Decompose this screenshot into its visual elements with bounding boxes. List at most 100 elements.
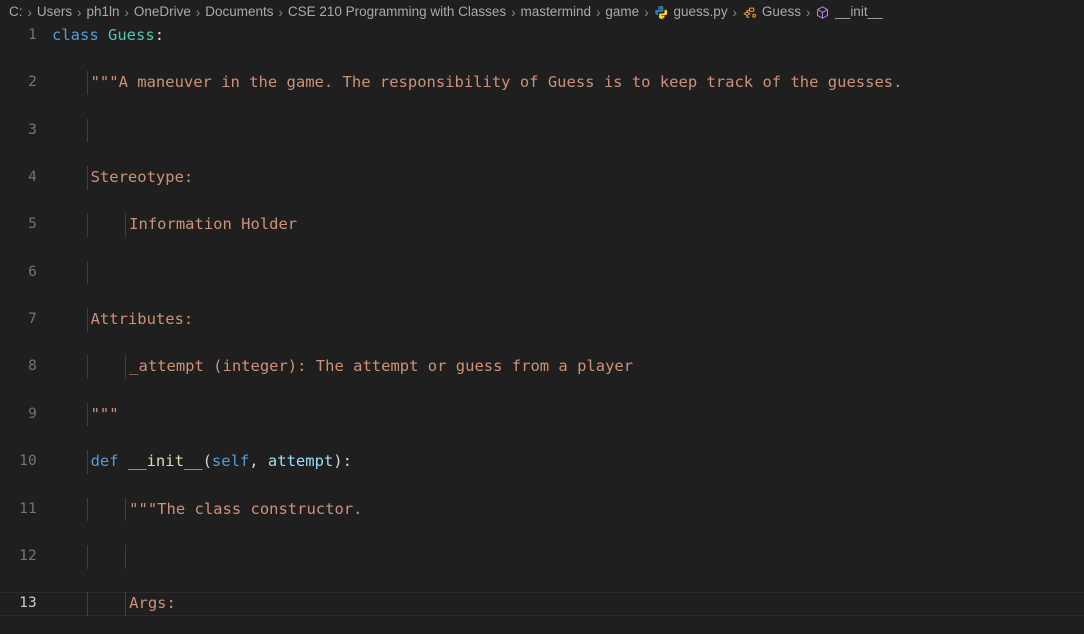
indent-guide xyxy=(125,213,127,238)
code-lines: 1 class Guess: 2 """A maneuver in the game.… xyxy=(0,24,1084,616)
code-line-text: _attempt (integer): The attempt or guess… xyxy=(129,355,633,379)
breadcrumb-item-game[interactable]: game xyxy=(602,0,642,24)
breadcrumb-item-label: OneDrive xyxy=(133,4,191,19)
indent-guide xyxy=(86,71,88,96)
breadcrumb-item-ph1ln[interactable]: ph1ln xyxy=(83,0,122,24)
indent-guide xyxy=(86,592,88,616)
code-line-text: def __init__(self, attempt): xyxy=(91,450,352,474)
line-number: 6 xyxy=(28,263,37,280)
indent-guide xyxy=(86,450,88,474)
breadcrumb-item-label: Users xyxy=(36,4,73,19)
breadcrumb-item-guess[interactable]: Guess xyxy=(739,0,804,24)
code-token: attempt xyxy=(267,452,334,471)
code-line-text: Attributes: xyxy=(91,308,194,332)
indent-guide xyxy=(86,497,88,522)
code-token: ( xyxy=(202,452,212,471)
breadcrumb-separator-icon: › xyxy=(732,4,737,20)
breadcrumb-item-mastermind[interactable]: mastermind xyxy=(518,0,595,24)
code-line[interactable]: 12 xyxy=(0,544,1084,569)
python-file-icon xyxy=(654,5,669,20)
breadcrumb-item-label: game xyxy=(605,4,640,19)
breadcrumb-separator-icon: › xyxy=(27,4,32,20)
breadcrumb-item-c[interactable]: C: xyxy=(6,0,26,24)
breadcrumb-item-users[interactable]: Users xyxy=(34,0,75,24)
indent-guide xyxy=(125,497,127,522)
breadcrumb-item-guess-py[interactable]: guess.py xyxy=(651,0,731,24)
code-line[interactable]: 4 Stereotype: xyxy=(0,166,1084,190)
breadcrumb-item-cse-210-programming-with-classes[interactable]: CSE 210 Programming with Classes xyxy=(285,0,509,24)
code-token: Information Holder xyxy=(129,215,298,234)
breadcrumb-item-init[interactable]: __init__ xyxy=(812,0,885,24)
indent-guide xyxy=(86,166,88,190)
code-line[interactable]: 7 Attributes: xyxy=(0,308,1084,332)
breadcrumb-separator-icon: › xyxy=(195,4,201,20)
code-line[interactable]: 5 Information Holder xyxy=(0,213,1084,238)
line-number: 10 xyxy=(19,453,37,470)
breadcrumb-item-label: guess.py xyxy=(673,4,728,19)
code-line[interactable]: 10 def __init__(self, attempt): xyxy=(0,450,1084,474)
code-line-text: """The class constructor. xyxy=(129,498,362,522)
symbol-method-icon xyxy=(815,5,830,20)
code-token: _attempt (integer): The attempt or guess… xyxy=(129,357,634,376)
breadcrumb-separator-icon: › xyxy=(124,4,129,20)
code-line[interactable]: 1 class Guess: xyxy=(0,24,1084,48)
breadcrumb-item-label: __init__ xyxy=(835,4,883,19)
code-line-text: Args: xyxy=(129,592,176,616)
indent-guide xyxy=(125,544,127,569)
code-editor[interactable]: 1 class Guess: 2 """A maneuver in the game.… xyxy=(0,24,1084,634)
line-number: 1 xyxy=(28,27,37,43)
line-number: 9 xyxy=(28,405,37,422)
code-line-text: class Guess: xyxy=(52,24,164,48)
code-line[interactable]: 8 _attempt (integer): The attempt or gues… xyxy=(0,355,1084,380)
code-line[interactable]: 3 xyxy=(0,118,1084,143)
indent-guide xyxy=(86,544,88,569)
code-line-active[interactable]: 13 Args: xyxy=(0,592,1084,616)
code-token: """The class constructor. xyxy=(129,499,363,518)
code-token: __init__ xyxy=(127,452,203,471)
indent-guide xyxy=(86,260,88,285)
breadcrumb-item-documents[interactable]: Documents xyxy=(202,0,276,24)
breadcrumb-separator-icon: › xyxy=(511,4,516,20)
breadcrumb-separator-icon: › xyxy=(77,4,82,20)
code-token: """ xyxy=(90,404,119,423)
breadcrumb-separator-icon: › xyxy=(596,4,601,20)
line-number: 12 xyxy=(19,547,37,564)
breadcrumb: C: › Users › ph1ln › OneDrive › Documents › CSE 21… xyxy=(0,0,1084,24)
line-number: 3 xyxy=(28,121,37,138)
breadcrumb-item-onedrive[interactable]: OneDrive xyxy=(131,0,194,24)
line-number: 8 xyxy=(28,358,37,375)
code-line[interactable]: 11 """The class constructor. xyxy=(0,497,1084,522)
code-line-text: """A maneuver in the game. The responsib… xyxy=(91,71,903,95)
indent-guide xyxy=(86,402,88,427)
symbol-class-icon xyxy=(742,5,757,20)
indent-guide xyxy=(125,592,127,616)
code-token: Guess xyxy=(108,26,155,44)
indent-guide xyxy=(86,308,88,332)
line-number: 2 xyxy=(28,74,37,91)
code-line-text: """ xyxy=(91,403,119,427)
breadcrumb-item-label: Documents xyxy=(205,4,274,19)
breadcrumb-item-label: mastermind xyxy=(520,4,592,19)
code-token: , xyxy=(249,452,268,471)
line-number: 13 xyxy=(19,595,37,612)
code-token: Args: xyxy=(129,594,176,613)
breadcrumb-separator-icon: › xyxy=(644,4,649,20)
code-token: class xyxy=(52,26,99,44)
breadcrumb-item-label: ph1ln xyxy=(86,4,120,19)
line-number: 7 xyxy=(28,311,37,328)
indent-guide xyxy=(86,355,88,380)
indent-guide xyxy=(86,213,88,238)
code-token: ): xyxy=(333,452,352,471)
code-line-text: Information Holder xyxy=(129,213,297,237)
code-line[interactable]: 6 xyxy=(0,260,1084,285)
line-number: 5 xyxy=(28,216,37,233)
line-number: 4 xyxy=(28,169,37,186)
line-number: 11 xyxy=(19,500,37,517)
code-line[interactable]: 9 """ xyxy=(0,402,1084,427)
code-token: Attributes: xyxy=(90,310,194,329)
breadcrumb-separator-icon: › xyxy=(278,4,283,20)
breadcrumb-item-label: Guess xyxy=(761,4,801,19)
code-line[interactable]: 2 """A maneuver in the game. The responsi… xyxy=(0,71,1084,96)
